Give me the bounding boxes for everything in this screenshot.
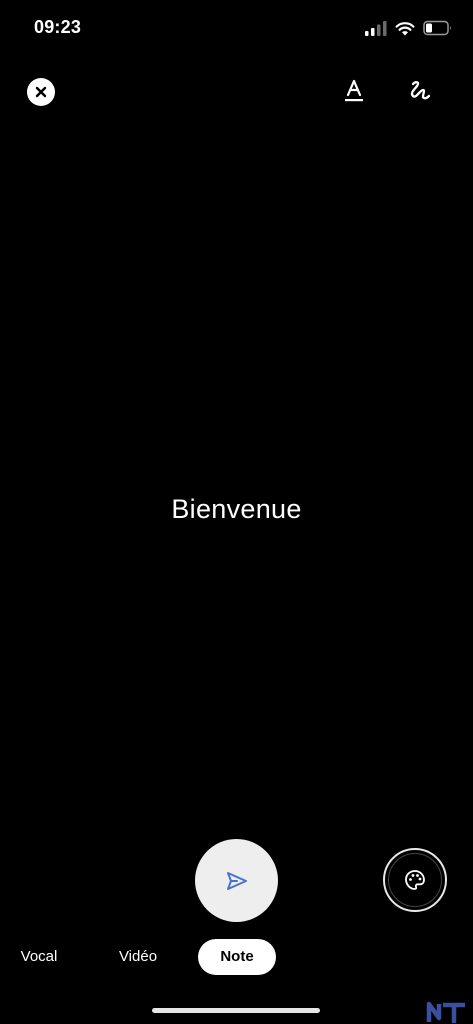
close-button[interactable] (27, 78, 55, 106)
text-style-icon (345, 79, 363, 102)
close-icon (35, 86, 47, 98)
status-bar: 09:23 (0, 0, 473, 56)
status-icons (365, 18, 453, 38)
draw-button[interactable] (404, 76, 434, 106)
palette-button[interactable] (383, 848, 447, 912)
mode-tabs: Vocal Vidéo Note (0, 939, 473, 975)
status-time: 09:23 (34, 17, 82, 37)
battery-icon (423, 20, 451, 36)
palette-button-inner (388, 853, 442, 907)
tab-video[interactable]: Vidéo (108, 939, 168, 975)
tab-vocal[interactable]: Vocal (14, 939, 64, 975)
watermark-logo (426, 1001, 465, 1023)
palette-icon (405, 870, 425, 890)
home-indicator[interactable] (152, 1008, 320, 1013)
text-style-button[interactable] (340, 76, 368, 106)
wifi-icon (395, 22, 415, 36)
send-button[interactable] (195, 839, 278, 922)
tab-note[interactable]: Note (198, 939, 276, 975)
send-icon (226, 871, 247, 890)
squiggle-draw-icon (410, 81, 431, 100)
note-text[interactable]: Bienvenue (0, 494, 473, 525)
signal-icon (365, 21, 387, 36)
